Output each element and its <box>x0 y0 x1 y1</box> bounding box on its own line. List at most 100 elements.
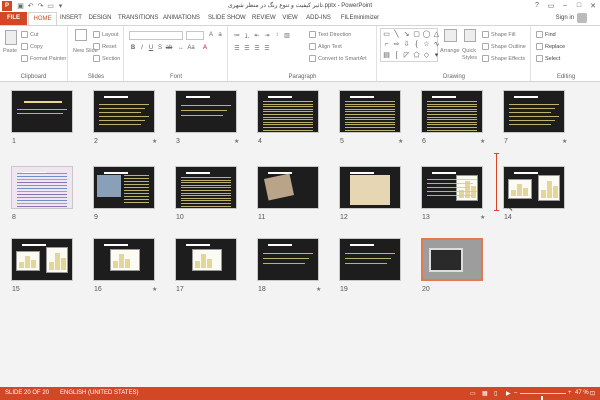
new-slide-icon[interactable] <box>75 29 87 41</box>
tab-view[interactable]: VIEW <box>281 12 299 25</box>
transition-star-icon[interactable]: ★ <box>152 286 157 293</box>
bold-icon[interactable]: B <box>129 44 137 52</box>
slide-thumbnail[interactable] <box>421 166 483 209</box>
line-spacing-icon[interactable]: ↕ <box>273 31 281 39</box>
increase-indent-icon[interactable]: ⇥ <box>263 31 271 39</box>
tab-insert[interactable]: INSERT <box>60 12 82 25</box>
slide-thumbnail[interactable] <box>175 166 237 209</box>
character-spacing-icon[interactable]: ↔ <box>177 44 185 52</box>
slide-thumbnail[interactable] <box>421 238 483 281</box>
slide-thumbnail[interactable] <box>339 90 401 133</box>
reset-button[interactable]: Reset <box>93 43 116 50</box>
shape-bracket-icon[interactable]: [ <box>392 51 401 60</box>
text-direction-button[interactable]: Text Direction <box>309 31 351 38</box>
slide-thumbnail[interactable] <box>257 238 319 281</box>
tab-design[interactable]: DESIGN <box>88 12 112 25</box>
arrange-button[interactable]: Arrange <box>440 48 460 54</box>
underline-icon[interactable]: U <box>147 44 155 52</box>
slide-thumbnail[interactable] <box>93 90 155 133</box>
slide-thumbnail[interactable] <box>257 166 319 209</box>
shape-fill-button[interactable]: Shape Fill <box>482 31 515 38</box>
arrange-icon[interactable] <box>444 29 457 42</box>
grow-font-icon[interactable]: A <box>207 31 215 39</box>
maximize-icon[interactable]: □ <box>572 0 586 11</box>
align-right-icon[interactable]: ☰ <box>253 44 261 52</box>
shape-arrow-right-icon[interactable]: ⇨ <box>392 40 401 49</box>
replace-button[interactable]: Replace <box>536 43 565 50</box>
slide-thumbnail[interactable] <box>11 166 73 209</box>
language-indicator[interactable]: ENGLISH (UNITED STATES) <box>60 390 138 396</box>
shape-connector-icon[interactable]: ⌐ <box>382 40 391 49</box>
shape-star-icon[interactable]: ☆ <box>422 40 431 49</box>
quick-styles-icon[interactable] <box>464 29 476 42</box>
font-color-icon[interactable]: A <box>201 44 209 52</box>
cut-button[interactable]: Cut <box>21 31 39 38</box>
transition-star-icon[interactable]: ★ <box>562 138 567 145</box>
shape-pentagon-icon[interactable]: ⬠ <box>412 51 421 60</box>
slide-thumbnail[interactable] <box>175 238 237 281</box>
tab-slide-show[interactable]: SLIDE SHOW <box>208 12 246 25</box>
convert-smartart-button[interactable]: Convert to SmartArt <box>309 55 367 62</box>
shape-effects-button[interactable]: Shape Effects <box>482 55 525 62</box>
numbering-icon[interactable]: ⒈ <box>243 31 251 40</box>
align-center-icon[interactable]: ☰ <box>243 44 251 52</box>
tab-fileminimizer[interactable]: FILEminimizer <box>339 12 381 25</box>
columns-icon[interactable]: ▥ <box>283 31 291 39</box>
shape-rectangle-icon[interactable]: ▭ <box>382 30 391 39</box>
shape-arrow-down-icon[interactable]: ⇩ <box>402 40 411 49</box>
tab-home[interactable]: HOME <box>28 12 57 26</box>
zoom-slider-thumb[interactable] <box>541 396 543 400</box>
shape-oval-icon[interactable]: ◯ <box>422 30 431 39</box>
format-painter-button[interactable]: Format Painter <box>21 55 66 62</box>
slide-thumbnail[interactable] <box>93 238 155 281</box>
zoom-in-icon[interactable]: + <box>568 390 572 396</box>
copy-button[interactable]: Copy <box>21 43 43 50</box>
slide-thumbnail[interactable] <box>11 90 73 133</box>
slide-thumbnail[interactable] <box>339 166 401 209</box>
shape-brace-icon[interactable]: { <box>412 40 421 49</box>
shape-line-icon[interactable]: ╲ <box>392 30 401 39</box>
close-icon[interactable]: ✕ <box>586 0 600 11</box>
transition-star-icon[interactable]: ★ <box>480 214 485 221</box>
shapes-gallery[interactable]: ▭ ╲ ↘ ▢ ◯ △ ⌐ ⇨ ⇩ { ☆ ∿ ▤ [ ◸ ⬠ ◇ ▾ <box>380 28 441 62</box>
align-left-icon[interactable]: ☰ <box>233 44 241 52</box>
sign-in-link[interactable]: Sign in <box>556 15 574 21</box>
shape-text-box-icon[interactable]: ▤ <box>382 51 391 60</box>
shape-arrow-icon[interactable]: ↘ <box>402 30 411 39</box>
tab-add-ins[interactable]: ADD-INS <box>305 12 332 25</box>
transition-star-icon[interactable]: ★ <box>234 138 239 145</box>
minimize-icon[interactable]: – <box>558 0 572 11</box>
avatar[interactable] <box>577 13 587 23</box>
ribbon-display-icon[interactable]: ▭ <box>544 0 558 11</box>
slide-show-view-icon[interactable]: ▶ <box>506 390 511 397</box>
select-button[interactable]: Select <box>536 55 560 62</box>
shape-triangle-icon[interactable]: △ <box>432 30 441 39</box>
undo-icon[interactable]: ↶ <box>26 2 35 11</box>
shape-rounded-rect-icon[interactable]: ▢ <box>412 30 421 39</box>
decrease-indent-icon[interactable]: ⇤ <box>253 31 261 39</box>
font-family-select[interactable] <box>129 31 183 40</box>
slide-thumbnail[interactable] <box>257 90 319 133</box>
justify-icon[interactable]: ☰ <box>263 44 271 52</box>
strikethrough-icon[interactable]: ab <box>165 44 173 52</box>
find-button[interactable]: Find <box>536 31 556 38</box>
italic-icon[interactable]: I <box>138 44 146 52</box>
layout-button[interactable]: Layout <box>93 31 119 38</box>
tab-animations[interactable]: ANIMATIONS <box>163 12 200 25</box>
slide-thumbnail[interactable] <box>503 90 565 133</box>
slide-sorter[interactable]: 1 2 ★ 3 ★ 4 5 ★ 6 ★ 7 ★ 8 9 10 11 12 13 ★ 14 15 16 ★ 17 18 ★ 19 20 <box>0 82 600 387</box>
slide-thumbnail[interactable] <box>175 90 237 133</box>
slide-thumbnail[interactable] <box>93 166 155 209</box>
transition-star-icon[interactable]: ★ <box>316 286 321 293</box>
slide-thumbnail[interactable] <box>339 238 401 281</box>
paste-button[interactable]: Paste <box>3 48 17 54</box>
transition-star-icon[interactable]: ★ <box>480 138 485 145</box>
slide-sorter-view-icon[interactable]: ▦ <box>482 390 488 397</box>
tab-file[interactable]: FILE <box>0 12 27 25</box>
font-size-select[interactable] <box>186 31 204 40</box>
customize-qat-icon[interactable]: ▾ <box>56 2 65 11</box>
align-text-button[interactable]: Align Text <box>309 43 342 50</box>
transition-star-icon[interactable]: ★ <box>398 138 403 145</box>
slide-thumbnail[interactable] <box>421 90 483 133</box>
tab-review[interactable]: REVIEW <box>252 12 276 25</box>
